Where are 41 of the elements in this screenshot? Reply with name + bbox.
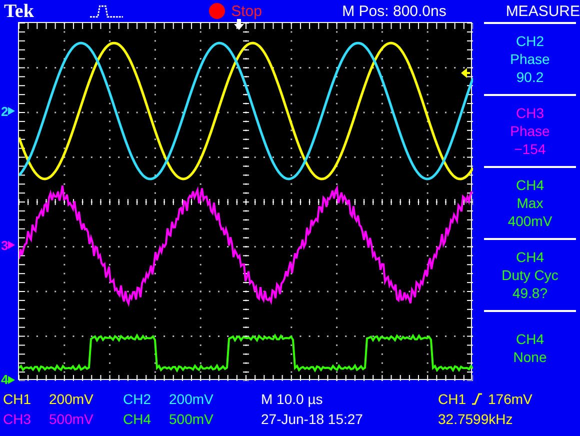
marker-arrow-icon <box>8 107 16 115</box>
horizontal-position: M Pos: 800.0ns <box>342 4 448 18</box>
ground-marker: 3 <box>1 238 8 252</box>
channel-name: CH1 <box>3 392 32 406</box>
measurement-type: Phase <box>510 124 550 138</box>
measurement-value: 90.2 <box>516 70 544 84</box>
channel-scale: 500mV <box>49 412 94 426</box>
marker-arrow-icon <box>8 241 16 250</box>
channel-name: CH3 <box>3 412 32 426</box>
menu-title: MEASURE <box>506 4 580 18</box>
channel-scale: 200mV <box>169 392 214 406</box>
measurement-source: CH2 <box>516 34 544 48</box>
measurement-type: Max <box>516 196 544 210</box>
channel-scale: 200mV <box>49 392 94 406</box>
measurement-source: CH4 <box>516 332 544 346</box>
date-time: 27-Jun-18 15:27 <box>261 412 364 426</box>
measurement-type: Duty Cyc <box>502 268 558 282</box>
channel-name: CH2 <box>123 392 152 406</box>
trigger-level-icon <box>461 68 470 78</box>
measurement-value: −154 <box>514 142 546 156</box>
measurement-type: Phase <box>510 52 550 66</box>
ground-marker: 4 <box>1 373 8 386</box>
stop-icon <box>209 3 226 19</box>
channel-scale: 500mV <box>169 412 214 426</box>
trigger-level: 176mV <box>488 392 532 406</box>
measurement-value: 49.8? <box>512 286 548 300</box>
pulse-icon <box>90 4 124 18</box>
trigger-frequency: 32.7599kHz <box>438 412 514 426</box>
timebase: M 10.0 µs <box>261 392 324 406</box>
measurement-source: CH4 <box>516 250 544 264</box>
rising-edge-icon <box>472 393 482 405</box>
ground-marker: 2 <box>1 104 8 118</box>
measurement-type: None <box>513 350 547 364</box>
run-state: Stop <box>231 4 263 18</box>
channel-name: CH4 <box>123 412 152 426</box>
brand-logo: Tek <box>4 2 35 20</box>
measurement-source: CH4 <box>516 178 544 192</box>
measurement-value: 400mV <box>508 214 552 228</box>
measurement-source: CH3 <box>516 106 544 120</box>
marker-arrow-icon <box>8 376 16 384</box>
trigger-source: CH1 <box>438 392 466 406</box>
